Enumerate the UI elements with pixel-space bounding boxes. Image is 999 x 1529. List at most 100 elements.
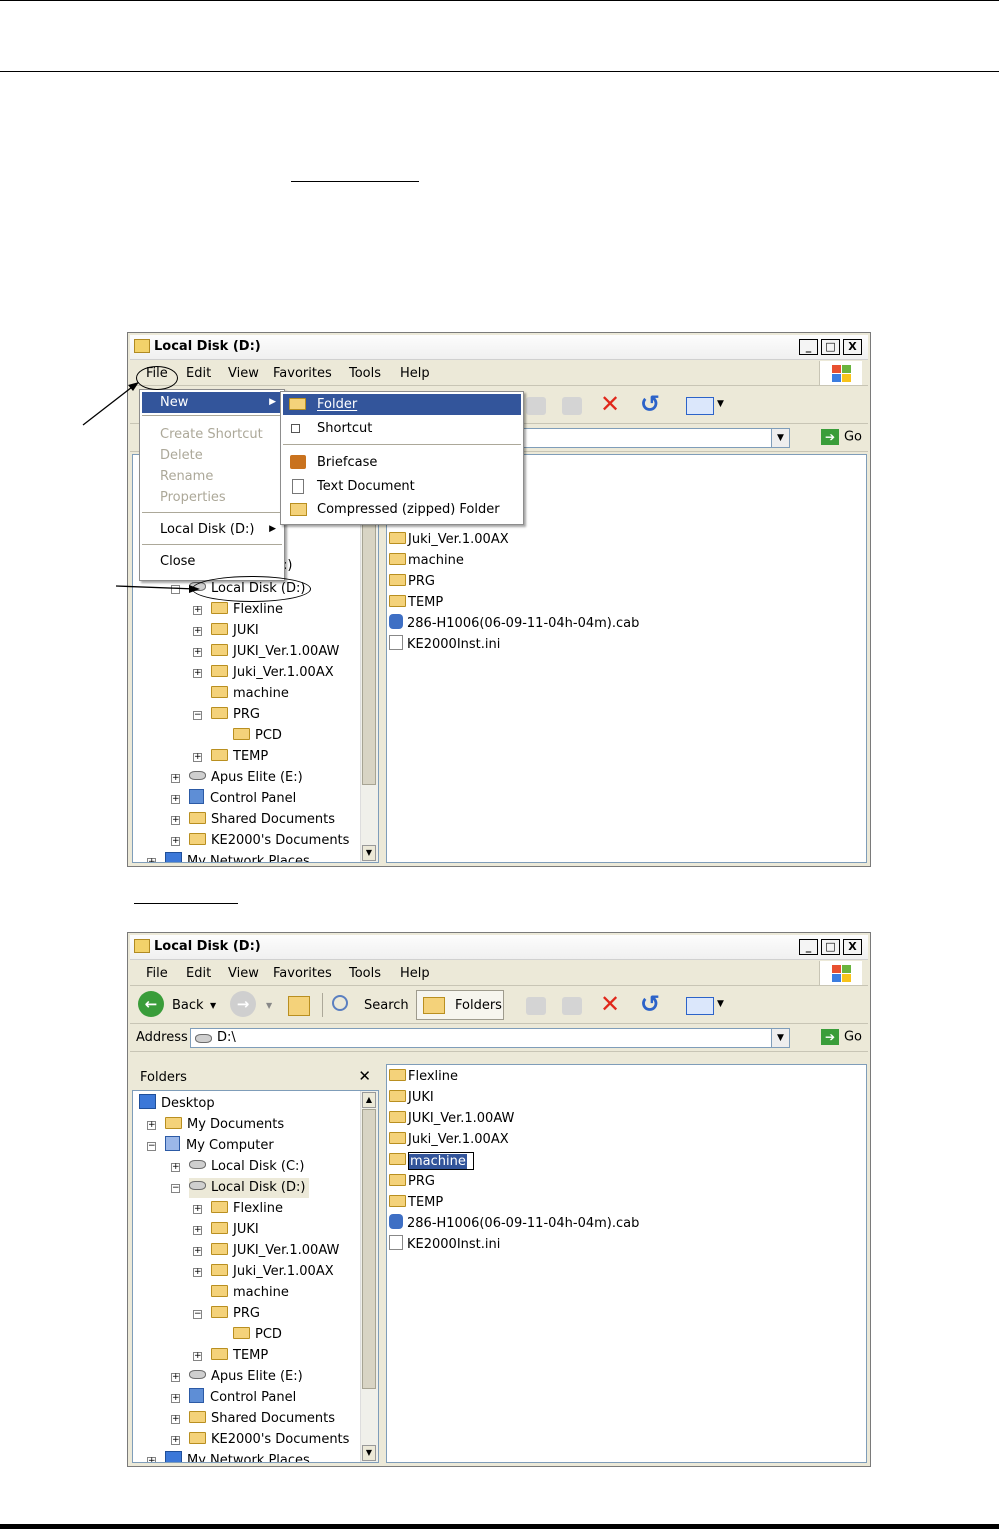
tree-item-juki-aw[interactable]: JUKI_Ver.1.00AW	[211, 1241, 339, 1261]
search-button[interactable]: Search	[364, 998, 409, 1013]
delete-icon[interactable]: ✕	[600, 991, 620, 1017]
menu-favorites[interactable]: Favorites	[273, 966, 332, 981]
tree-item-flexline[interactable]: Flexline	[211, 1199, 283, 1219]
chevron-down-icon[interactable]: ▼	[266, 1001, 272, 1010]
tree-item-juki-ax[interactable]: Juki_Ver.1.00AX	[211, 1262, 334, 1282]
tree-item-my-documents[interactable]: My Documents	[165, 1115, 284, 1135]
tree-item-label: My Computer	[186, 1138, 274, 1153]
scrollbar-thumb[interactable]	[362, 1109, 376, 1389]
file-item-label: TEMP	[408, 1195, 444, 1210]
expand-icon[interactable]: +	[193, 1268, 202, 1277]
expand-icon[interactable]: +	[171, 1373, 180, 1382]
menu-edit[interactable]: Edit	[186, 966, 211, 981]
tree-item-network[interactable]: My Network Places	[165, 1451, 310, 1463]
go-button[interactable]: ➔ Go	[820, 1029, 862, 1045]
tree-item-pcd[interactable]: PCD	[233, 1325, 282, 1345]
tree-item-machine[interactable]: machine	[211, 1283, 289, 1303]
back-button[interactable]: Back	[172, 998, 204, 1013]
drive-icon	[189, 1181, 206, 1190]
tree-item-temp[interactable]: TEMP	[211, 1346, 268, 1366]
cab-file-icon	[389, 1214, 403, 1229]
go-label: Go	[843, 1029, 862, 1045]
file-list-pane: Flexline JUKI JUKI_Ver.1.00AW Juki_Ver.1…	[386, 1064, 867, 1463]
folder-icon	[211, 1201, 228, 1213]
file-item-temp[interactable]: TEMP	[389, 1193, 443, 1213]
up-folder-icon[interactable]	[288, 996, 310, 1016]
menu-view[interactable]: View	[228, 966, 259, 981]
chevron-down-icon[interactable]: ▼	[717, 999, 724, 1009]
tree-item-apus[interactable]: Apus Elite (E:)	[189, 1367, 303, 1387]
my-documents-icon	[165, 1117, 182, 1129]
tree-item-label: Apus Elite (E:)	[211, 1369, 303, 1384]
folders-pane-header: Folders ✕	[132, 1064, 377, 1090]
tree-scrollbar[interactable]: ▲ ▼	[360, 1091, 378, 1462]
expand-icon[interactable]: +	[147, 1457, 156, 1462]
collapse-icon[interactable]: −	[147, 1142, 156, 1151]
scroll-down-icon[interactable]: ▼	[362, 1445, 376, 1461]
expand-icon[interactable]: +	[171, 1163, 180, 1172]
expand-icon[interactable]: +	[147, 1121, 156, 1130]
menu-file[interactable]: File	[146, 966, 168, 981]
move-to-icon[interactable]	[526, 997, 546, 1015]
file-item-machine[interactable]: machine	[389, 1151, 474, 1171]
file-item-label: PRG	[408, 1174, 435, 1189]
folder-icon	[389, 1195, 406, 1207]
chevron-down-icon[interactable]: ▼	[771, 1029, 789, 1047]
folder-icon	[211, 1243, 228, 1255]
expand-icon[interactable]: +	[171, 1394, 180, 1403]
folders-pane-title: Folders	[140, 1070, 187, 1085]
forward-arrow-icon[interactable]: →	[230, 991, 256, 1017]
tree-item-label: PCD	[255, 1327, 282, 1342]
address-input[interactable]: D:\ ▼	[190, 1028, 790, 1048]
tree-item-label: Desktop	[161, 1096, 215, 1111]
tree-item-juki[interactable]: JUKI	[211, 1220, 259, 1240]
maximize-button[interactable]: □	[821, 939, 840, 955]
file-item-juki[interactable]: JUKI	[389, 1088, 434, 1108]
file-item-juki-ax[interactable]: Juki_Ver.1.00AX	[389, 1130, 509, 1150]
folder-icon	[189, 1432, 206, 1444]
network-icon	[165, 1451, 182, 1462]
tree-item-label: Shared Documents	[211, 1411, 336, 1426]
collapse-icon[interactable]: −	[193, 1310, 202, 1319]
tree-item-local-d[interactable]: Local Disk (D:)	[189, 1178, 310, 1198]
tree-item-desktop[interactable]: Desktop	[139, 1094, 215, 1114]
collapse-icon[interactable]: −	[171, 1184, 180, 1193]
expand-icon[interactable]: +	[193, 1226, 202, 1235]
tree-item-control-panel[interactable]: Control Panel	[189, 1388, 296, 1408]
file-item-cab[interactable]: 286-H1006(06-09-11-04h-04m).cab	[389, 1214, 639, 1234]
drive-icon	[189, 1370, 206, 1379]
close-icon[interactable]: ✕	[358, 1067, 371, 1085]
tree-item-label: Juki_Ver.1.00AX	[233, 1264, 334, 1279]
chevron-down-icon[interactable]: ▼	[210, 1001, 216, 1010]
copy-to-icon[interactable]	[562, 997, 582, 1015]
tree-item-ke2000-docs[interactable]: KE2000's Documents	[189, 1430, 349, 1450]
views-icon[interactable]	[686, 997, 714, 1015]
menu-tools[interactable]: Tools	[349, 966, 381, 981]
scroll-up-icon[interactable]: ▲	[362, 1092, 376, 1108]
folder-icon	[211, 1306, 228, 1318]
expand-icon[interactable]: +	[193, 1205, 202, 1214]
expand-icon[interactable]: +	[171, 1436, 180, 1445]
tree-item-label: My Network Places	[187, 1453, 310, 1463]
tree-item-shared-docs[interactable]: Shared Documents	[189, 1409, 335, 1429]
file-item-flexline[interactable]: Flexline	[389, 1067, 458, 1087]
rename-input[interactable]: machine	[408, 1152, 474, 1170]
expand-icon[interactable]: +	[193, 1247, 202, 1256]
folder-tree-pane: Desktop + My Documents − My Computer + L…	[132, 1090, 379, 1463]
back-arrow-icon[interactable]: ←	[138, 991, 164, 1017]
file-item-ini[interactable]: KE2000Inst.ini	[389, 1235, 500, 1255]
minimize-button[interactable]: _	[799, 939, 818, 955]
undo-icon[interactable]: ↺	[640, 991, 660, 1017]
tree-item-label: Flexline	[233, 1201, 284, 1216]
expand-icon[interactable]: +	[193, 1352, 202, 1361]
file-item-prg[interactable]: PRG	[389, 1172, 435, 1192]
file-item-juki-aw[interactable]: JUKI_Ver.1.00AW	[389, 1109, 514, 1129]
expand-icon[interactable]: +	[171, 1415, 180, 1424]
tree-item-local-c[interactable]: Local Disk (C:)	[189, 1157, 304, 1177]
tree-item-my-computer[interactable]: My Computer	[165, 1136, 274, 1156]
search-icon[interactable]	[332, 995, 348, 1011]
close-button[interactable]: X	[843, 939, 862, 955]
folder-icon	[211, 1285, 228, 1297]
menu-help[interactable]: Help	[400, 966, 430, 981]
tree-item-prg[interactable]: PRG	[211, 1304, 260, 1324]
